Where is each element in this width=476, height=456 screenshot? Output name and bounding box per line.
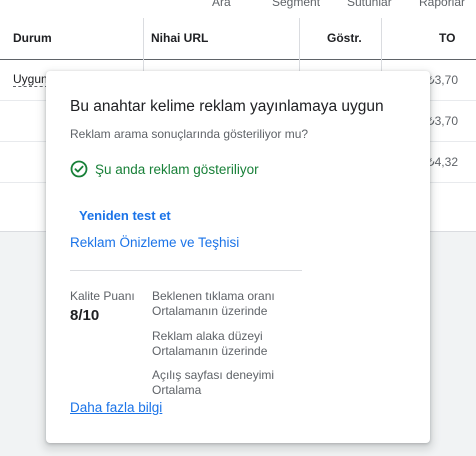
quality-score-value: 8/10 <box>70 307 100 324</box>
toolbar-columns[interactable]: Sütunlar <box>347 0 392 9</box>
metric-name: Beklenen tıklama oranı <box>152 289 275 303</box>
serving-question: Reklam arama sonuçlarında gösteriliyor m… <box>70 127 309 141</box>
metric-value: Ortalama <box>152 383 202 397</box>
metric-ad-relevance: Reklam alaka düzeyi Ortalamanın üzerinde <box>152 329 352 359</box>
serving-status-text: Şu anda reklam gösteriliyor <box>95 161 259 177</box>
metric-name: Açılış sayfası deneyimi <box>152 368 275 382</box>
toolbar-segment[interactable]: Segment <box>272 0 320 9</box>
toolbar-search[interactable]: Ara <box>212 0 231 9</box>
metric-expected-ctr: Beklenen tıklama oranı Ortalamanın üzeri… <box>152 289 352 319</box>
page: Ara Segment Sütunlar Raporlar Durum Niha… <box>0 0 476 456</box>
table-toolbar: Ara Segment Sütunlar Raporlar <box>0 0 476 9</box>
column-header-final-url[interactable]: Nihai URL <box>151 18 208 60</box>
column-header-cost[interactable]: TO <box>439 18 455 60</box>
status-cell[interactable]: Uygun <box>13 73 48 87</box>
cost-cell: ₺3,70 <box>427 114 458 128</box>
table-header: Durum Nihai URL Göstr. TO <box>0 18 476 60</box>
metric-landing-page: Açılış sayfası deneyimi Ortalama <box>152 368 352 398</box>
column-header-impressions[interactable]: Göstr. <box>327 18 362 60</box>
popover-title: Bu anahtar kelime reklam yayınlamaya uyg… <box>70 98 384 115</box>
metric-value: Ortalamanın üzerinde <box>152 304 268 318</box>
column-header-status[interactable]: Durum <box>13 18 52 60</box>
serving-status: Şu anda reklam gösteriliyor <box>70 160 259 178</box>
keyword-status-popover: Bu anahtar kelime reklam yayınlamaya uyg… <box>46 71 430 443</box>
check-circle-icon <box>70 160 88 178</box>
quality-score-label: Kalite Puanı <box>70 289 135 303</box>
ad-preview-link[interactable]: Reklam Önizleme ve Teşhisi <box>70 235 239 250</box>
toolbar-reports[interactable]: Raporlar <box>419 0 465 9</box>
retest-link[interactable]: Yeniden test et <box>79 208 171 223</box>
cost-cell: ₺3,70 <box>427 73 458 87</box>
metric-value: Ortalamanın üzerinde <box>152 344 268 358</box>
divider <box>70 270 302 271</box>
learn-more-link[interactable]: Daha fazla bilgi <box>70 400 162 415</box>
cost-cell: ₺4,32 <box>427 155 458 169</box>
metric-name: Reklam alaka düzeyi <box>152 329 263 343</box>
